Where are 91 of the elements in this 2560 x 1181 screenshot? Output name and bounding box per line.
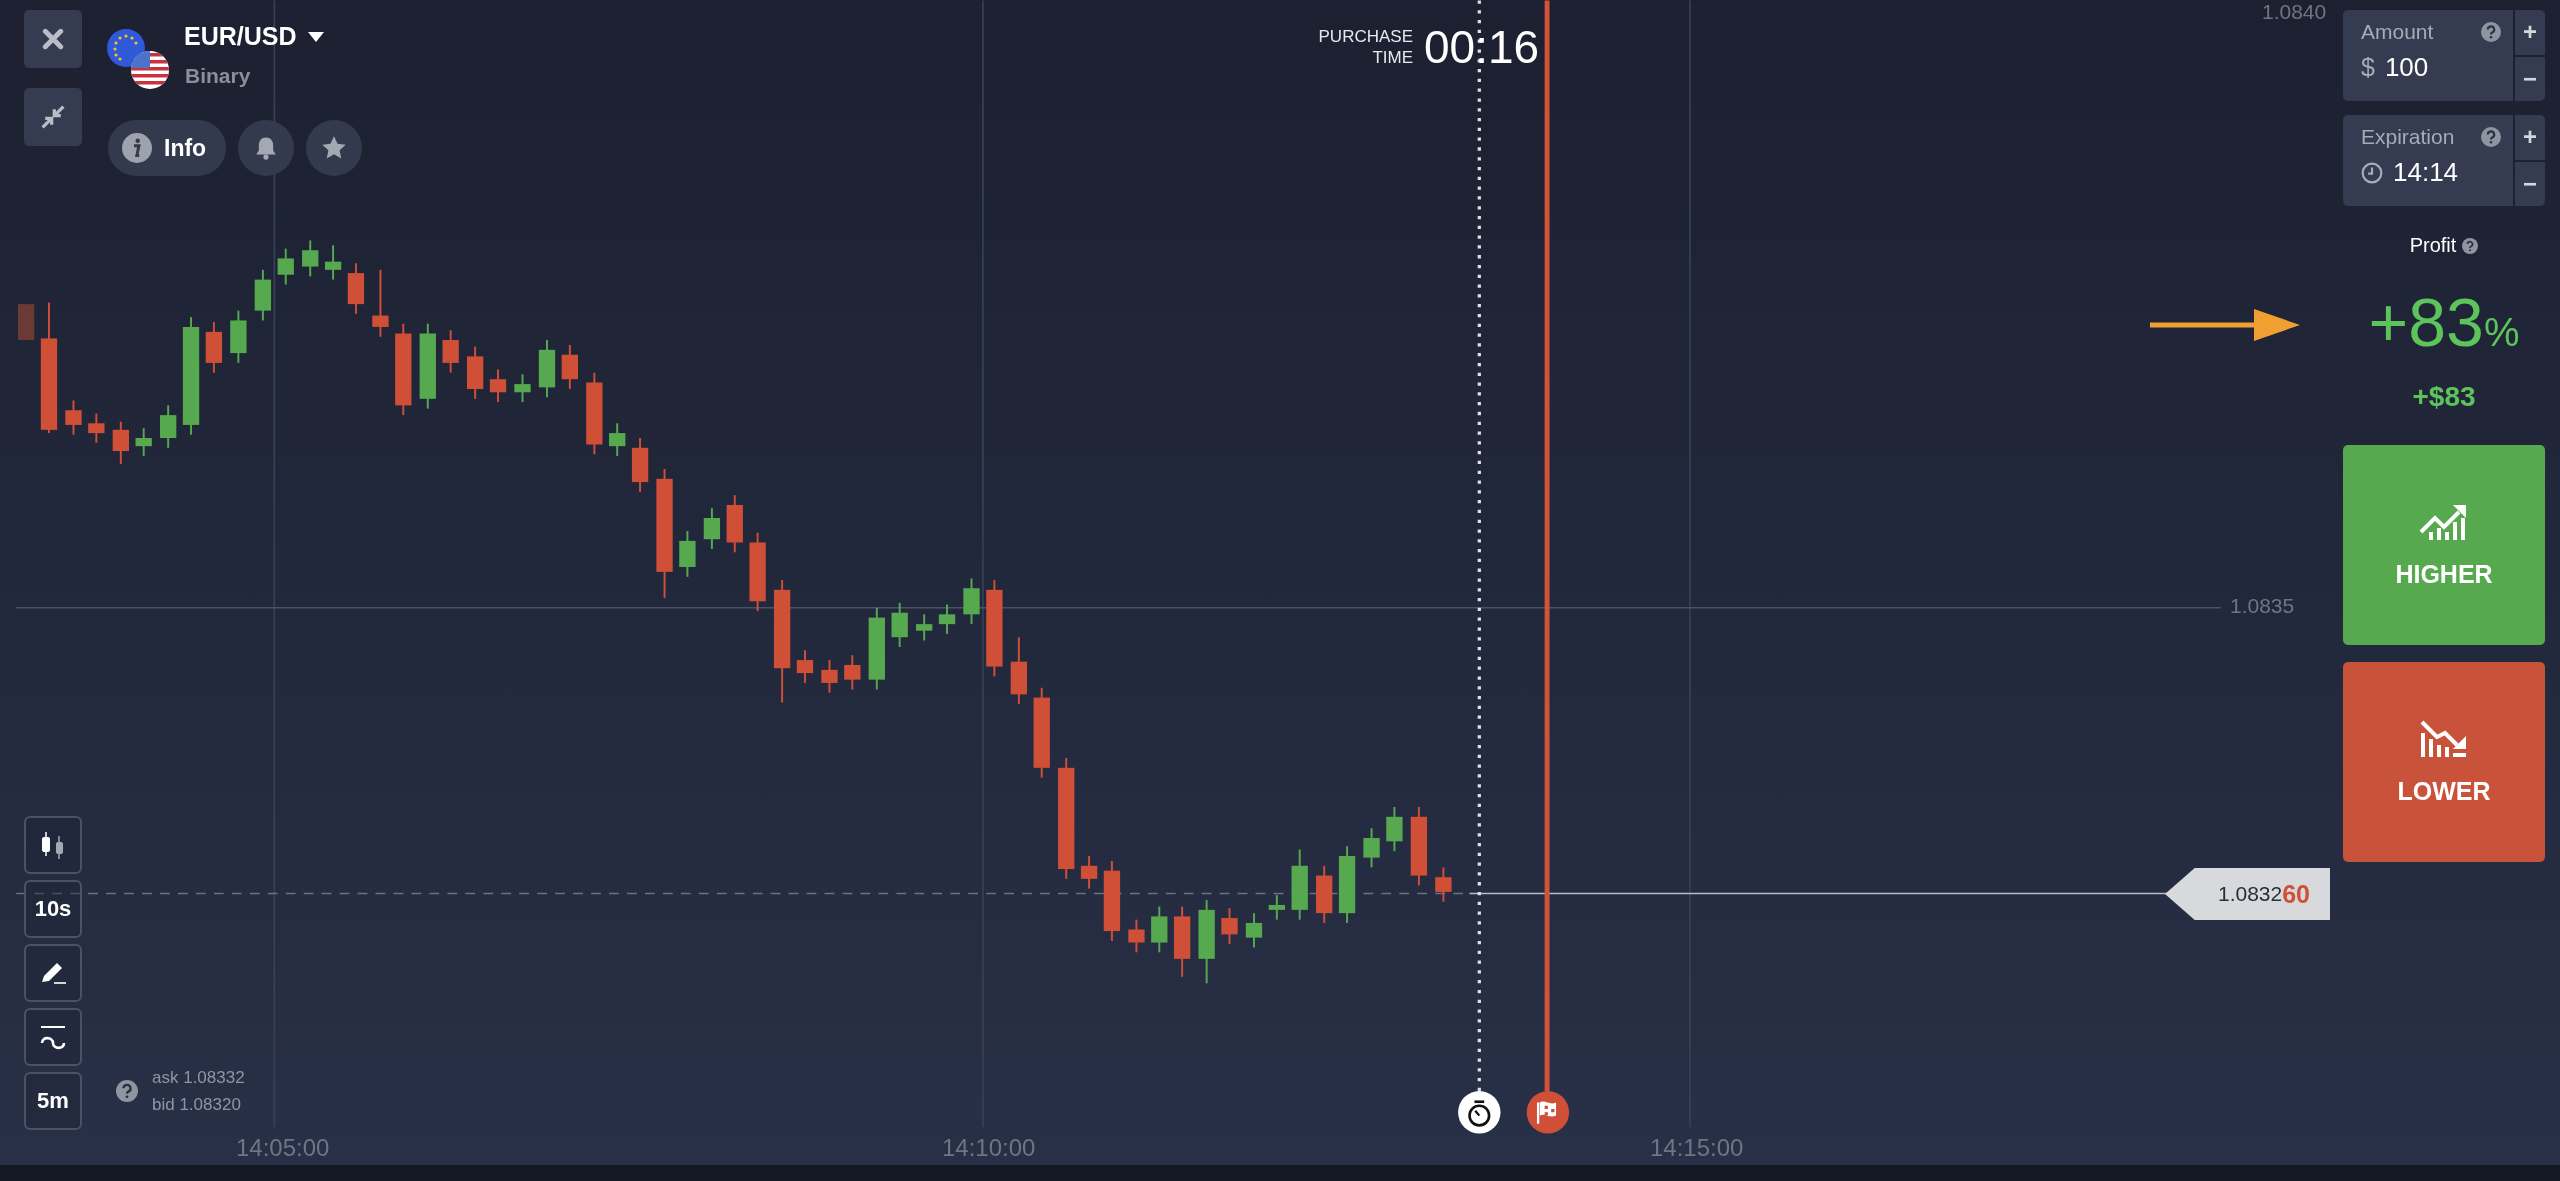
time-label: 14:05:00 [236,1134,330,1162]
purchase-time-label: PURCHASE TIME [1317,26,1413,68]
close-button[interactable] [24,10,82,68]
profit-amount: +$83 [2411,381,2477,413]
field-label: Amount [2361,20,2434,44]
candle [514,373,531,404]
countdown-timer: 00:16 [1424,20,1540,74]
candle [347,262,365,315]
indicators-button[interactable] [24,1008,82,1066]
candle [963,577,980,626]
candle [1386,806,1403,853]
flag-icon [1526,1091,1570,1134]
field-label: Expiration [2361,125,2455,149]
candle [1245,912,1263,949]
help-icon [2481,127,2501,147]
candle [1435,866,1452,903]
decrease-button[interactable]: − [2515,56,2545,101]
help-icon [116,1080,138,1102]
candle [324,244,342,281]
info-icon [122,133,152,163]
lower-button[interactable]: LOWER [2343,662,2545,862]
axis-label: 1.0840 [2262,0,2327,24]
candle [230,309,247,364]
collapse-icon [40,104,66,130]
increase-button[interactable]: + [2515,10,2545,55]
candle [160,404,177,449]
timeframe-button[interactable]: 5m [24,1072,82,1130]
candle [17,304,35,341]
expiration-input[interactable]: 14:14 [2393,157,2459,188]
current-price-tag: 1.083260 [2165,868,2330,920]
time-label: 14:15:00 [1650,1134,1744,1162]
candle [254,268,272,322]
chart-type-button[interactable] [24,816,82,874]
candle [1010,636,1028,706]
candle [821,659,838,694]
candle [1080,855,1098,890]
candle [467,345,484,400]
candle [844,654,861,691]
help-icon [2462,237,2479,254]
candle [538,339,556,399]
candle [277,247,294,286]
candle [1128,918,1145,954]
asset-selector[interactable]: EUR/USD [184,22,325,51]
profit-percent: +83 [2368,283,2484,361]
candle [703,507,721,550]
amount-input[interactable]: 100 [2384,52,2429,83]
axis-label: 1.0835 [2230,594,2295,618]
candle [372,268,389,338]
star-icon [321,135,348,161]
asset-type: Binary [185,64,251,88]
candle [135,427,152,457]
candle [302,239,319,278]
timeframe-button[interactable]: 10s [24,880,82,938]
currency-symbol: $ [2361,53,2375,82]
candle [1268,894,1285,921]
stopwatch-icon [1458,1091,1501,1134]
help-icon [2481,22,2501,42]
candle [442,329,459,374]
time-label: 14:10:00 [942,1134,1036,1162]
candle [489,368,507,404]
candle [561,343,578,390]
candle [88,412,105,444]
increase-button[interactable]: + [2515,115,2545,160]
trend-down-icon [2419,718,2469,759]
drawing-tools-button[interactable] [24,944,82,1002]
candle [1316,864,1333,924]
candle [726,494,743,554]
candle [1221,907,1238,946]
candle [1363,827,1380,869]
candle [891,601,908,648]
collapse-button[interactable] [24,88,82,146]
close-icon [42,28,64,50]
clock-icon [2361,161,2383,184]
ask-price: ask 1.08332 [152,1067,245,1089]
candle [796,649,814,684]
candle [112,420,129,466]
caret-icon [306,30,325,43]
candle [609,422,626,457]
candle [65,399,82,436]
candle [916,613,933,642]
profit-label: Profit [2409,234,2457,257]
candle [631,437,649,493]
percent-sign: % [2483,310,2520,355]
candle [1151,905,1168,954]
info-button[interactable]: Info [108,120,227,176]
decrease-button[interactable]: − [2515,161,2545,206]
bid-price: bid 1.08320 [152,1094,242,1116]
candle [205,321,223,374]
candle [679,530,696,578]
candle [938,603,956,635]
flag-icon [106,28,170,90]
